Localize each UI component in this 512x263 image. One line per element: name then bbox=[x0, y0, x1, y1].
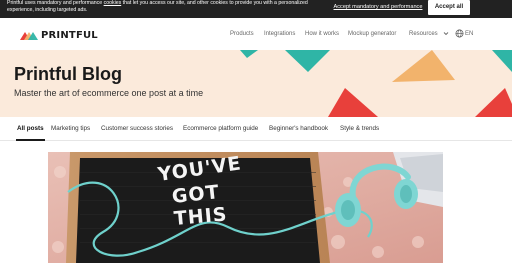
teal-triangle-small bbox=[240, 50, 258, 58]
blog-hero: Printful Blog Master the art of ecommerc… bbox=[0, 50, 512, 117]
category-tabs: All posts Marketing tips Customer succes… bbox=[0, 117, 512, 141]
nav-mockup-generator[interactable]: Mockup generator bbox=[348, 30, 396, 38]
tab-marketing-tips[interactable]: Marketing tips bbox=[51, 125, 90, 133]
cookie-message: Printful uses mandatory and performance … bbox=[7, 0, 327, 14]
nav-integrations[interactable]: Integrations bbox=[264, 30, 295, 38]
site-header: PRINTFUL Products Integrations How it wo… bbox=[0, 18, 512, 50]
accept-all-button[interactable]: Accept all bbox=[428, 0, 470, 15]
nav-resources[interactable]: Resources bbox=[409, 30, 438, 38]
page-subtitle: Master the art of ecommerce one post at … bbox=[14, 88, 204, 98]
featured-post-image[interactable]: YOU'VE GOT THIS bbox=[48, 152, 443, 263]
orange-triangle bbox=[392, 50, 455, 82]
logo-text: PRINTFUL bbox=[41, 29, 98, 41]
globe-icon[interactable] bbox=[455, 29, 464, 38]
cookie-text-before: Printful uses mandatory and performance bbox=[7, 0, 103, 6]
board-text: YOU'VE GOT THIS bbox=[156, 152, 286, 230]
tab-ecommerce-platform-guide[interactable]: Ecommerce platform guide bbox=[183, 125, 258, 133]
language-selector[interactable]: EN bbox=[465, 30, 473, 38]
teal-triangle-corner bbox=[492, 50, 512, 72]
teal-triangle-large bbox=[285, 50, 330, 72]
tab-all-posts[interactable]: All posts bbox=[17, 125, 44, 133]
accept-mandatory-button[interactable]: Accept mandatory and performance bbox=[331, 2, 425, 12]
tab-customer-success-stories[interactable]: Customer success stories bbox=[101, 125, 173, 133]
red-triangle-mid bbox=[328, 88, 378, 117]
red-triangle-right bbox=[475, 88, 512, 117]
printful-logo[interactable]: PRINTFUL bbox=[20, 29, 98, 41]
active-tab-indicator bbox=[16, 139, 45, 141]
nav-how-it-works[interactable]: How it works bbox=[305, 30, 339, 38]
page-title: Printful Blog bbox=[14, 64, 122, 84]
logo-mark-icon bbox=[20, 32, 38, 40]
nav-products[interactable]: Products bbox=[230, 30, 254, 38]
cookies-link[interactable]: cookies bbox=[104, 0, 122, 6]
chevron-down-icon bbox=[443, 32, 449, 36]
cookie-banner: Printful uses mandatory and performance … bbox=[0, 0, 512, 18]
tab-beginners-handbook[interactable]: Beginner's handbook bbox=[269, 125, 328, 133]
tab-style-trends[interactable]: Style & trends bbox=[340, 125, 379, 133]
